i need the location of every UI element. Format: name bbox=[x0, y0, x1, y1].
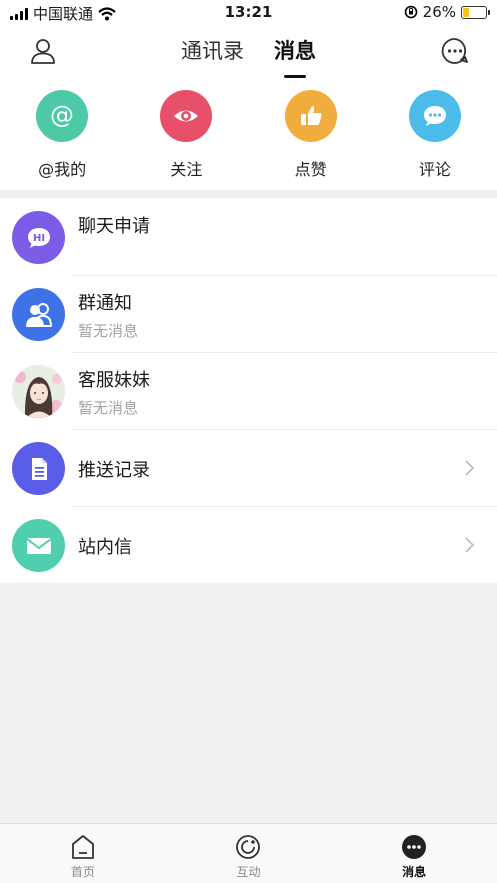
quick-at-me[interactable]: @ @我的 bbox=[0, 90, 124, 190]
svg-text:@: @ bbox=[50, 101, 74, 129]
quick-label: 点赞 bbox=[294, 160, 327, 179]
quick-follow[interactable]: 关注 bbox=[124, 90, 248, 190]
nav-bar: 通讯录 消息 bbox=[0, 26, 497, 82]
list-item-group-notice[interactable]: 群通知 暂无消息 bbox=[0, 275, 497, 352]
at-icon: @ bbox=[36, 90, 89, 142]
chat-bubble-icon[interactable] bbox=[441, 37, 469, 65]
chevron-right-icon bbox=[465, 537, 475, 553]
bottom-nav: 首页 互动 消息 bbox=[0, 823, 497, 883]
list-item-subtitle: 暂无消息 bbox=[78, 322, 139, 340]
nav-item-messages[interactable]: 消息 bbox=[331, 824, 497, 883]
battery-fill bbox=[463, 7, 469, 17]
tab-messages[interactable]: 消息 bbox=[274, 36, 316, 78]
list-item-customer-service[interactable]: 客服妹妹 暂无消息 bbox=[0, 352, 497, 429]
svg-text:HI: HI bbox=[32, 233, 44, 244]
nav-label: 首页 bbox=[70, 865, 95, 879]
status-bar: 中国联通 13:21 26% bbox=[0, 0, 497, 26]
home-icon bbox=[71, 835, 94, 859]
hi-chat-icon: HI bbox=[12, 211, 65, 264]
list-item-title: 站内信 bbox=[78, 537, 132, 558]
avatar bbox=[12, 365, 65, 418]
quick-label: 关注 bbox=[170, 160, 203, 179]
quick-actions: @ @我的 关注 点赞 评论 bbox=[0, 90, 497, 190]
header-tabs: 通讯录 消息 bbox=[0, 36, 497, 78]
quick-label: @我的 bbox=[38, 160, 87, 179]
tab-contacts[interactable]: 通讯录 bbox=[181, 36, 244, 78]
nav-item-interact[interactable]: 互动 bbox=[166, 824, 332, 883]
quick-likes[interactable]: 点赞 bbox=[249, 90, 373, 190]
group-icon bbox=[12, 288, 65, 341]
mail-icon bbox=[12, 519, 65, 572]
rotation-lock-icon bbox=[404, 5, 417, 19]
nav-label: 互动 bbox=[236, 865, 261, 879]
battery-icon bbox=[461, 5, 490, 19]
list-item-inbox[interactable]: 站内信 bbox=[0, 506, 497, 583]
list-item-chat-request[interactable]: HI 聊天申请 bbox=[0, 198, 497, 275]
quick-comments[interactable]: 评论 bbox=[373, 90, 497, 190]
battery-percent: 26% bbox=[422, 3, 456, 21]
nav-item-home[interactable]: 首页 bbox=[0, 824, 166, 883]
list-item-title: 客服妹妹 bbox=[78, 370, 150, 391]
list-item-title: 群通知 bbox=[78, 293, 132, 314]
list-item-push-records[interactable]: 推送记录 bbox=[0, 429, 497, 506]
nav-label: 消息 bbox=[402, 865, 427, 879]
thumbs-up-icon bbox=[284, 90, 337, 142]
message-list: HI 聊天申请 群通知 暂无消息 客服妹妹 暂无消息 推送记录 站内信 bbox=[0, 198, 497, 583]
quick-label: 评论 bbox=[418, 160, 451, 179]
status-right: 26% bbox=[404, 3, 490, 21]
list-item-title: 聊天申请 bbox=[78, 216, 150, 237]
chevron-right-icon bbox=[465, 460, 475, 476]
interact-icon bbox=[236, 835, 261, 859]
list-item-title: 推送记录 bbox=[78, 460, 150, 481]
eye-icon bbox=[160, 90, 213, 142]
list-item-subtitle: 暂无消息 bbox=[78, 399, 139, 417]
message-icon bbox=[402, 835, 427, 859]
comment-icon bbox=[408, 90, 461, 142]
document-icon bbox=[12, 442, 65, 495]
header-area: 中国联通 13:21 26% 通讯录 消息 @ @我的 关注 点赞 评论 bbox=[0, 0, 497, 190]
